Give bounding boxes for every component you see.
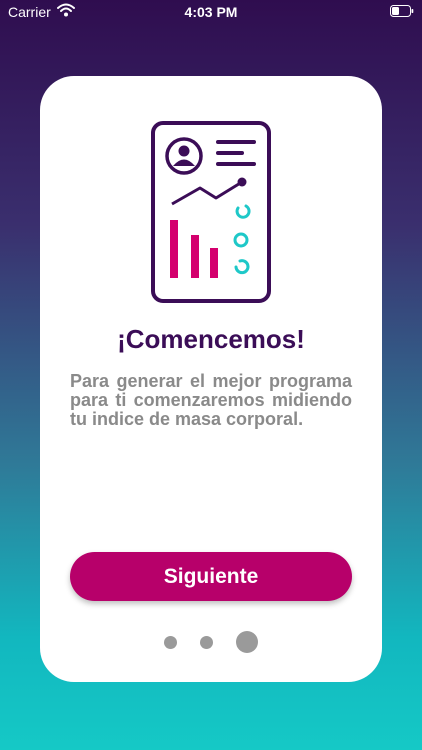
- next-button[interactable]: Siguiente: [70, 552, 352, 601]
- battery-icon: [390, 5, 414, 17]
- page-dot-3-active[interactable]: [236, 631, 258, 653]
- page-title: ¡Comencemos!: [117, 324, 305, 354]
- page-indicator: [164, 630, 260, 654]
- status-bar: Carrier 4:03 PM: [0, 0, 422, 26]
- onboarding-card: ¡Comencemos! Para generar el mejor progr…: [40, 76, 382, 682]
- report-document-icon: [151, 121, 271, 303]
- page-dot-2[interactable]: [200, 636, 213, 649]
- page-dot-1[interactable]: [164, 636, 177, 649]
- status-time: 4:03 PM: [184, 4, 238, 20]
- description-text: Para generar el mejor programa para ti c…: [70, 371, 352, 429]
